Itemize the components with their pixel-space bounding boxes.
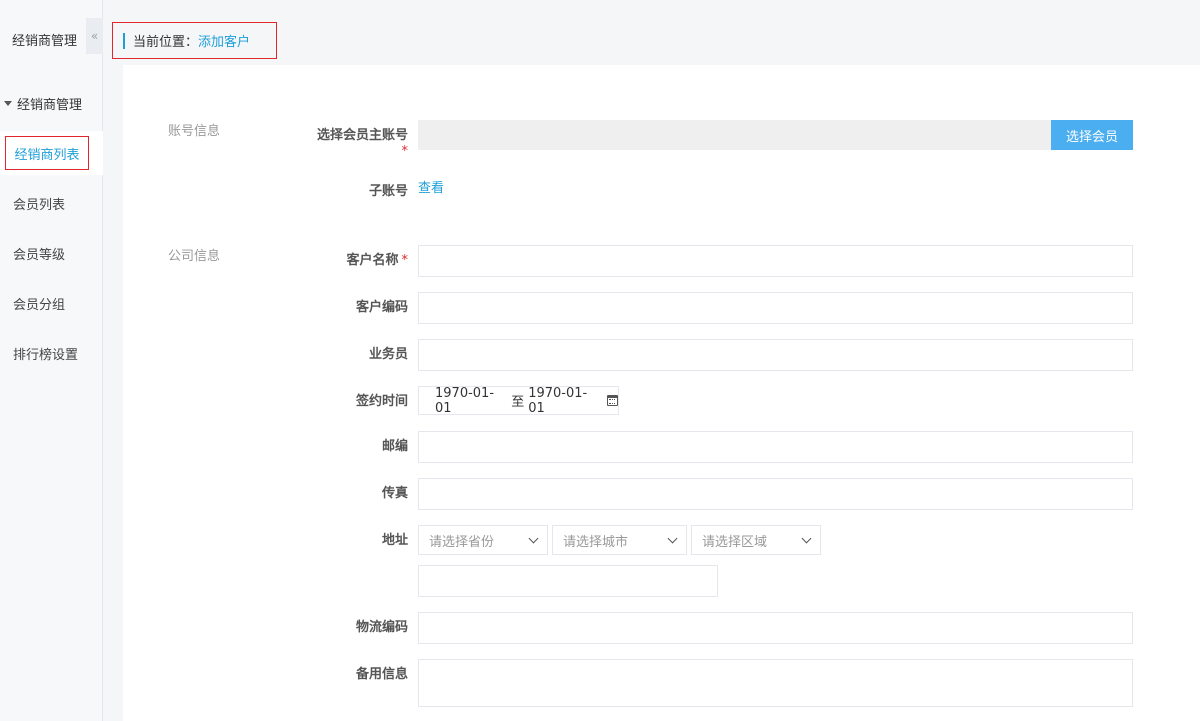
member-account-input[interactable] xyxy=(418,120,1053,150)
postcode-input[interactable] xyxy=(418,431,1133,463)
address-detail-input[interactable] xyxy=(418,565,718,597)
sign-time-end: 1970-01-01 xyxy=(528,385,588,416)
required-mark: * xyxy=(401,144,409,159)
chevron-down-icon xyxy=(801,533,812,543)
district-select[interactable]: 请选择区域 xyxy=(691,525,821,555)
breadcrumb: 当前位置： 添加客户 xyxy=(112,22,277,59)
sidebar-item-highlight: 经销商列表 xyxy=(5,136,89,170)
remark-textarea[interactable] xyxy=(418,659,1133,707)
sidebar-title: 经销商管理 xyxy=(12,34,78,49)
customer-name-input[interactable] xyxy=(418,245,1133,277)
province-select[interactable]: 请选择省份 xyxy=(418,525,548,555)
postcode-label: 邮编 xyxy=(381,439,408,454)
city-select[interactable]: 请选择城市 xyxy=(552,525,687,555)
view-sub-account-link[interactable]: 查看 xyxy=(418,177,444,196)
header: 当前位置： 添加客户 xyxy=(103,0,1200,65)
sidebar-item-label: 会员等级 xyxy=(13,247,66,263)
logistics-code-input[interactable] xyxy=(418,612,1133,644)
chevron-down-icon xyxy=(667,533,678,543)
collapse-sidebar-button[interactable]: « xyxy=(86,18,103,54)
customer-code-input[interactable] xyxy=(418,292,1133,324)
sidebar-item-member-list[interactable]: 会员列表 xyxy=(0,181,103,225)
section-title-company: 公司信息 xyxy=(168,249,221,264)
section-title-account: 账号信息 xyxy=(168,124,221,139)
fax-label: 传真 xyxy=(381,486,408,501)
double-chevron-left-icon: « xyxy=(90,29,99,43)
sidebar-item-member-level[interactable]: 会员等级 xyxy=(0,231,103,275)
breadcrumb-label: 当前位置： xyxy=(133,35,199,50)
sidebar-item-dealer-list[interactable]: 经销商列表 xyxy=(0,131,103,175)
calendar-icon xyxy=(607,395,618,406)
remark-label: 备用信息 xyxy=(355,667,408,682)
sign-time-start: 1970-01-01 xyxy=(435,385,495,416)
logistics-code-label: 物流编码 xyxy=(355,620,408,635)
salesman-label: 业务员 xyxy=(368,347,408,362)
sidebar-item-member-group[interactable]: 会员分组 xyxy=(0,281,103,325)
sidebar-item-label: 会员分组 xyxy=(13,297,66,313)
sidebar: 经销商管理 « 经销商管理 经销商列表 会员列表 会员等级 会员分组 排行榜设置 xyxy=(0,0,103,721)
breadcrumb-accent-bar xyxy=(123,32,125,49)
sub-account-label: 子账号 xyxy=(368,184,408,199)
caret-down-icon xyxy=(4,101,12,106)
sidebar-group-label: 经销商管理 xyxy=(17,98,83,113)
salesman-input[interactable] xyxy=(418,339,1133,371)
chevron-down-icon xyxy=(528,533,539,543)
sign-time-label: 签约时间 xyxy=(355,394,408,409)
member-account-label: 选择会员主账号* xyxy=(316,128,409,159)
address-label: 地址 xyxy=(381,533,408,548)
sidebar-item-ranking-settings[interactable]: 排行榜设置 xyxy=(0,331,103,375)
sidebar-group-dealer[interactable]: 经销商管理 xyxy=(4,94,82,113)
sign-time-separator: 至 xyxy=(511,395,525,410)
sidebar-item-label: 经销商列表 xyxy=(14,147,80,163)
sign-time-date-range[interactable]: 1970-01-01 至 1970-01-01 xyxy=(418,385,619,416)
breadcrumb-current-link[interactable]: 添加客户 xyxy=(198,31,250,50)
main-form: 账号信息 选择会员主账号* 选择会员 子账号 查看 公司信息 客户名称 * 客户编… xyxy=(123,65,1200,721)
customer-code-label: 客户编码 xyxy=(355,300,408,315)
district-placeholder: 请选择区域 xyxy=(702,534,768,550)
province-placeholder: 请选择省份 xyxy=(429,534,495,550)
customer-name-label: 客户名称 * xyxy=(346,253,409,268)
sidebar-item-label: 排行榜设置 xyxy=(13,347,79,363)
fax-input[interactable] xyxy=(418,478,1133,510)
sidebar-item-label: 会员列表 xyxy=(13,197,66,213)
required-mark: * xyxy=(401,253,409,268)
select-member-button[interactable]: 选择会员 xyxy=(1051,120,1133,150)
city-placeholder: 请选择城市 xyxy=(563,534,629,550)
